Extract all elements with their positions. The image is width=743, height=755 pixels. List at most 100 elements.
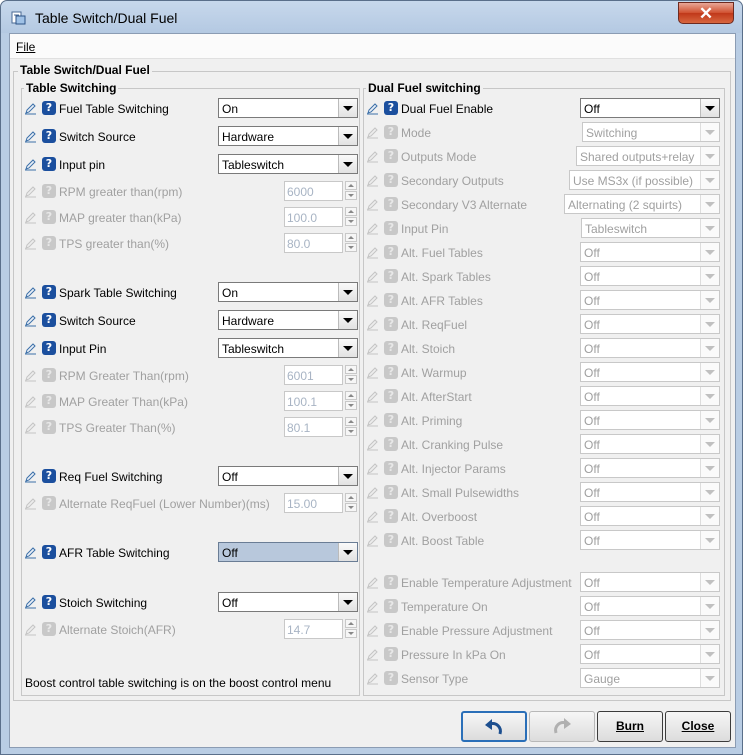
left-row-req-fuel-switching: ? Req Fuel Switching Off [24,466,364,488]
input-pin-dropdown: Tableswitch [581,218,720,238]
spinner-up-arrow-icon[interactable] [345,417,357,426]
spinner-up-arrow-icon[interactable] [345,493,357,502]
help-icon[interactable]: ? [42,285,56,299]
pencil-icon [367,295,378,307]
help-icon: ? [384,341,398,355]
spinner-down-arrow-icon[interactable] [345,427,357,436]
req-fuel-switching-dropdown[interactable]: Off [218,466,358,486]
spark-table-switching-dropdown[interactable]: On [218,282,358,302]
menu-file[interactable]: File [16,40,35,54]
chevron-down-icon[interactable] [700,147,719,165]
alt-reqfuel-dropdown: Off [580,314,720,334]
help-icon[interactable]: ? [42,341,56,355]
spinner-down-arrow-icon[interactable] [345,375,357,384]
dropdown-value: Off [584,318,600,332]
help-icon[interactable]: ? [42,157,56,171]
spinner-down-arrow-icon[interactable] [345,191,357,200]
chevron-down-icon[interactable] [700,435,719,453]
spinner-value: 80.0 [287,237,311,251]
spinner-value: 100.0 [287,211,318,225]
close-button[interactable]: Close [665,711,731,742]
chevron-down-icon[interactable] [338,311,357,329]
chevron-down-icon[interactable] [338,467,357,485]
undo-button[interactable] [461,711,527,742]
chevron-down-icon[interactable] [700,291,719,309]
spinner-down-arrow-icon[interactable] [345,401,357,410]
chevron-down-icon[interactable] [700,645,719,663]
spinner-down-arrow-icon[interactable] [345,217,357,226]
chevron-down-icon[interactable] [700,171,719,189]
chevron-down-icon[interactable] [700,507,719,525]
chevron-down-icon[interactable] [700,669,719,687]
chevron-down-icon[interactable] [700,339,719,357]
switch-source-dropdown[interactable]: Hardware [218,126,358,146]
dual-fuel-enable-dropdown[interactable]: Off [580,98,720,118]
chevron-down-icon[interactable] [700,459,719,477]
help-icon: ? [384,599,398,613]
chevron-down-icon[interactable] [338,127,357,145]
chevron-down-icon[interactable] [700,219,719,237]
help-icon[interactable]: ? [42,545,56,559]
spinner-up-arrow-icon[interactable] [345,181,357,190]
title-bar[interactable]: Table Switch/Dual Fuel ✕ [1,1,742,33]
chevron-down-icon[interactable] [700,123,719,141]
afr-table-switching-dropdown[interactable]: Off [218,542,358,562]
spinner-down-arrow-icon[interactable] [345,629,357,638]
help-icon[interactable]: ? [42,469,56,483]
pressure-in-kpa-on-dropdown: Off [580,644,720,664]
redo-button[interactable] [529,711,595,742]
field-label: Secondary V3 Alternate [401,198,528,212]
switch-source-dropdown[interactable]: Hardware [218,310,358,330]
temperature-on-dropdown: Off [580,596,720,616]
chevron-down-icon[interactable] [700,267,719,285]
help-icon[interactable]: ? [42,595,56,609]
chevron-down-icon[interactable] [700,315,719,333]
left-row-switch-source: ? Switch Source Hardware [24,126,364,148]
help-icon[interactable]: ? [42,313,56,327]
chevron-down-icon[interactable] [700,387,719,405]
help-icon: ? [384,485,398,499]
spinner-up-arrow-icon[interactable] [345,233,357,242]
chevron-down-icon[interactable] [700,573,719,591]
chevron-down-icon[interactable] [700,621,719,639]
spinner-value: 6000 [287,185,314,199]
chevron-down-icon[interactable] [338,99,357,117]
spinner-down-arrow-icon[interactable] [345,243,357,252]
pencil-icon [25,212,36,224]
chevron-down-icon[interactable] [338,543,357,561]
window-close-button[interactable]: ✕ [678,2,734,24]
input-pin-dropdown[interactable]: Tableswitch [218,154,358,174]
stoich-switching-dropdown[interactable]: Off [218,592,358,612]
chevron-down-icon[interactable] [700,531,719,549]
help-icon: ? [42,210,56,224]
spinner-down-arrow-icon[interactable] [345,503,357,512]
pencil-icon [25,422,36,434]
burn-button[interactable]: Burn [597,711,663,742]
spinner-up-arrow-icon[interactable] [345,207,357,216]
right-row-pressure-in-kpa-on: ? Pressure In kPa On Off [366,644,720,666]
spinner-up-arrow-icon[interactable] [345,391,357,400]
chevron-down-icon[interactable] [338,339,357,357]
dropdown-value: Tableswitch [585,222,648,236]
spinner-up-arrow-icon[interactable] [345,365,357,374]
chevron-down-icon[interactable] [700,363,719,381]
help-icon[interactable]: ? [42,129,56,143]
fuel-table-switching-dropdown[interactable]: On [218,98,358,118]
chevron-down-icon[interactable] [700,99,719,117]
dropdown-value: Use MS3x (if possible) [573,174,694,188]
chevron-down-icon[interactable] [338,593,357,611]
sensor-type-dropdown: Gauge [580,668,720,688]
input-pin-dropdown[interactable]: Tableswitch [218,338,358,358]
help-icon[interactable]: ? [42,101,56,115]
chevron-down-icon[interactable] [700,195,719,213]
chevron-down-icon[interactable] [338,283,357,301]
chevron-down-icon[interactable] [700,483,719,501]
spinner-up-arrow-icon[interactable] [345,619,357,628]
chevron-down-icon[interactable] [700,243,719,261]
pencil-icon [367,367,378,379]
chevron-down-icon[interactable] [700,411,719,429]
help-icon: ? [42,368,56,382]
chevron-down-icon[interactable] [338,155,357,173]
chevron-down-icon[interactable] [700,597,719,615]
help-icon[interactable]: ? [384,101,398,115]
